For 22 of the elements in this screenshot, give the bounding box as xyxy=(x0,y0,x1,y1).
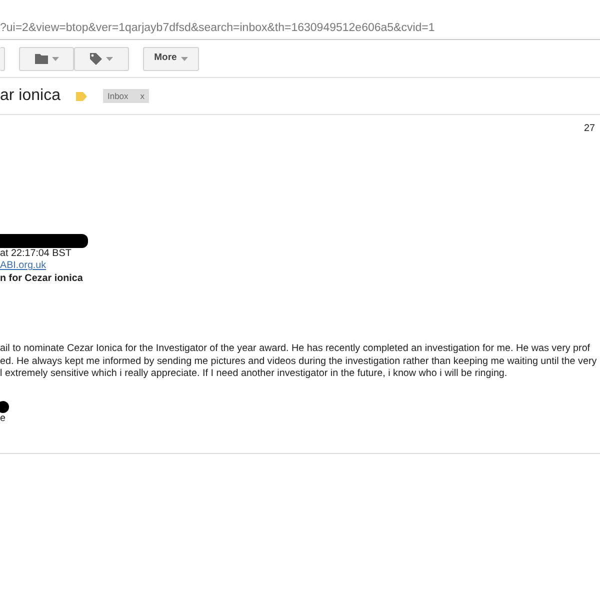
body-text-line: ail to nominate Cezar Ionica for the Investigator of the year award. He has recently completed an investigation for me. He was very prof xyxy=(0,343,590,356)
toolbar-button[interactable] xyxy=(19,46,74,70)
tag-icon xyxy=(90,52,102,64)
remove-label-button[interactable]: x xyxy=(140,90,145,102)
url-text[interactable]: ?ui=2&view=btop&ver=1qarjayb7dfsd&search=inbox&th=1630949512e606a5&cvid=1 xyxy=(0,22,435,34)
body-text-line: ed. He always kept me informed by sending me pictures and videos during the investigation rather than keeping me waiting until the very xyxy=(0,356,597,368)
toolbar-button[interactable] xyxy=(74,46,129,70)
caret-icon xyxy=(52,56,58,60)
header-text: e xyxy=(0,412,6,425)
email-link[interactable]: ABI.org.uk xyxy=(0,260,46,272)
inbox-label-chip: Inbox x xyxy=(103,88,149,104)
caret-icon xyxy=(106,56,113,60)
subject-line: n for Cezar ionica xyxy=(0,272,83,285)
caret-icon xyxy=(180,56,188,60)
subject-title: ar ionica xyxy=(0,86,60,106)
folder-icon xyxy=(34,54,48,64)
redaction-mark xyxy=(0,400,9,412)
message-date: 27 xyxy=(584,123,595,136)
important-marker-icon[interactable] xyxy=(76,92,88,100)
header-text: at 22:17:04 BST xyxy=(0,248,72,260)
body-text-line: l extremely sensitive which i really appreciate. If I need another investigator in the future, i know who i will be ringing. xyxy=(0,368,508,380)
more-button[interactable]: More xyxy=(143,46,199,70)
